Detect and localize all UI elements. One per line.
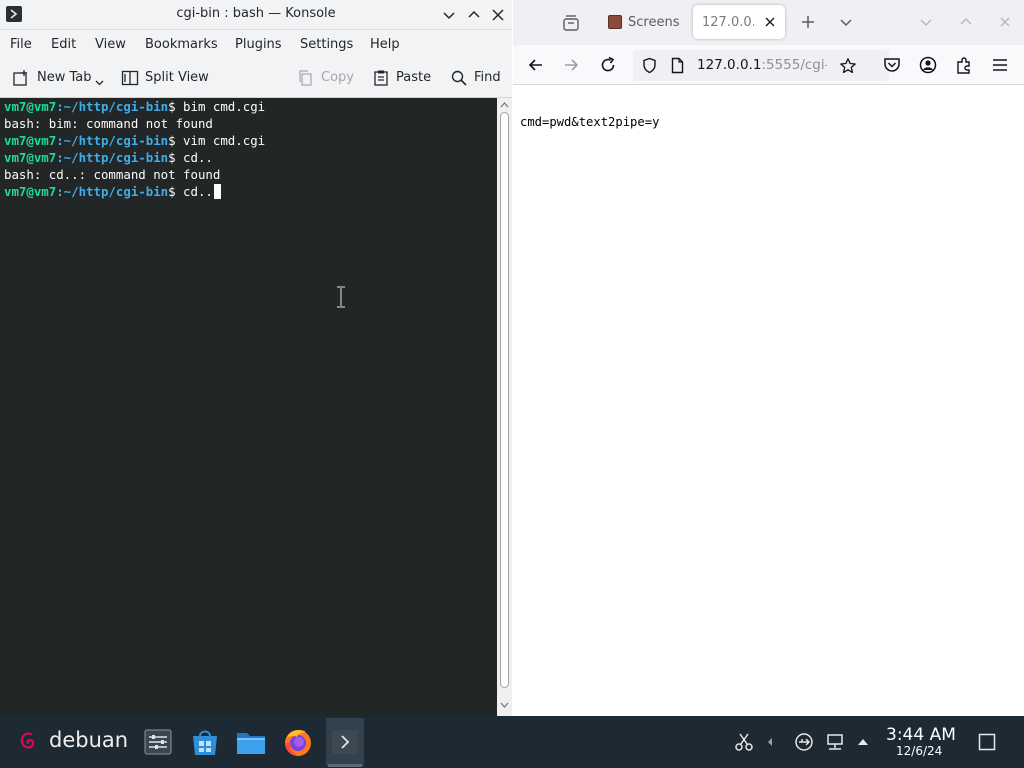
menu-help[interactable]: Help bbox=[370, 37, 400, 52]
find-label: Find bbox=[474, 70, 501, 85]
window-title: cgi-bin : bash — Konsole bbox=[176, 6, 336, 21]
volume-muted-icon[interactable] bbox=[762, 732, 782, 752]
show-desktop-icon[interactable] bbox=[977, 732, 997, 752]
new-tab-label: New Tab bbox=[37, 70, 92, 85]
maximize-chevron-icon[interactable] bbox=[465, 6, 483, 24]
extensions-icon[interactable] bbox=[954, 55, 974, 75]
close-tab-icon[interactable] bbox=[763, 15, 777, 29]
tab-label: 127.0.0.1 bbox=[702, 15, 754, 30]
konsole-icon[interactable] bbox=[329, 726, 361, 758]
copy-button[interactable]: Copy bbox=[297, 69, 357, 89]
new-tab-button[interactable]: New Tab bbox=[12, 69, 107, 89]
menu-bookmarks[interactable]: Bookmarks bbox=[145, 37, 218, 52]
find-button[interactable]: Find bbox=[450, 69, 505, 89]
terminal-line: vm7@vm7:~/http/cgi-bin$ cd.. bbox=[4, 150, 213, 165]
tab-overview-icon[interactable] bbox=[561, 13, 581, 33]
paste-icon bbox=[374, 70, 388, 86]
start-menu-label[interactable]: debuan bbox=[49, 728, 128, 752]
scissors-icon[interactable] bbox=[734, 732, 754, 752]
page-content: cmd=pwd&text2pipe=y bbox=[513, 86, 1024, 716]
page-body-text: cmd=pwd&text2pipe=y bbox=[520, 115, 660, 129]
file-manager-icon[interactable] bbox=[235, 726, 267, 758]
terminal-cursor bbox=[213, 184, 221, 199]
konsole-window: cgi-bin : bash — Konsole File Edit View … bbox=[0, 0, 512, 716]
terminal-line: vm7@vm7:~/http/cgi-bin$ bim cmd.cgi bbox=[4, 99, 266, 114]
back-arrow-icon[interactable] bbox=[526, 55, 546, 75]
taskbar: debuan 3:44 AM 12/6/24 bbox=[0, 716, 1024, 768]
text-cursor-icon bbox=[337, 286, 345, 308]
chevron-down-icon[interactable] bbox=[94, 77, 105, 88]
bookmark-star-icon[interactable] bbox=[839, 57, 857, 75]
menu-edit[interactable]: Edit bbox=[51, 37, 76, 52]
terminal-line: bash: bim: command not found bbox=[4, 116, 213, 131]
forward-arrow-icon[interactable] bbox=[561, 55, 581, 75]
plus-icon[interactable] bbox=[799, 13, 817, 31]
url-bar[interactable]: 127.0.0.1:5555/cgi-bin bbox=[633, 50, 889, 81]
split-view-button[interactable]: Split View bbox=[121, 69, 211, 89]
close-icon[interactable] bbox=[489, 6, 507, 24]
pocket-icon[interactable] bbox=[882, 55, 902, 75]
konsole-toolbar: New Tab Split View Copy Paste Find bbox=[0, 58, 512, 98]
maximize-chevron-icon[interactable] bbox=[958, 14, 974, 30]
paste-button[interactable]: Paste bbox=[372, 69, 434, 89]
terminal-line: vm7@vm7:~/http/cgi-bin$ cd.. bbox=[4, 183, 221, 200]
terminal-line: vm7@vm7:~/http/cgi-bin$ vim cmd.cgi bbox=[4, 133, 266, 148]
paste-label: Paste bbox=[396, 70, 432, 85]
taskbar-active-indicator bbox=[328, 764, 362, 767]
hamburger-menu-icon[interactable] bbox=[990, 55, 1010, 75]
tab-favicon bbox=[608, 15, 622, 29]
tab-label: Screens bbox=[628, 15, 680, 30]
close-icon[interactable] bbox=[997, 14, 1013, 30]
konsole-titlebar[interactable]: cgi-bin : bash — Konsole bbox=[0, 0, 512, 30]
new-tab-icon bbox=[13, 70, 27, 86]
debian-swirl-icon[interactable] bbox=[18, 730, 40, 752]
minimize-chevron-icon[interactable] bbox=[440, 6, 458, 24]
network-usb-icon[interactable] bbox=[794, 732, 814, 752]
network-wired-icon[interactable] bbox=[825, 732, 845, 752]
menu-settings[interactable]: Settings bbox=[300, 37, 353, 52]
terminal-line: bash: cd..: command not found bbox=[4, 167, 221, 182]
menu-file[interactable]: File bbox=[10, 37, 32, 52]
navigation-bar: 127.0.0.1:5555/cgi-bin bbox=[513, 45, 1024, 85]
chevron-down-icon[interactable] bbox=[837, 13, 855, 31]
firefox-icon[interactable] bbox=[282, 726, 314, 758]
software-store-icon[interactable] bbox=[189, 726, 221, 758]
tab-screenshot[interactable]: Screens bbox=[601, 6, 693, 40]
browser-window: Screens 127.0.0.1 127.0.0.1:5555/cgi-bin bbox=[513, 0, 1024, 716]
scroll-up-icon[interactable] bbox=[500, 101, 509, 109]
tab-localhost[interactable]: 127.0.0.1 bbox=[693, 5, 785, 39]
copy-label: Copy bbox=[321, 70, 354, 85]
scrollbar-thumb[interactable] bbox=[500, 112, 509, 688]
terminal-area[interactable]: vm7@vm7:~/http/cgi-bin$ bim cmd.cgi bash… bbox=[0, 98, 497, 716]
terminal-scrollbar[interactable] bbox=[497, 98, 512, 716]
tray-expand-icon[interactable] bbox=[853, 732, 873, 752]
copy-icon bbox=[299, 70, 312, 86]
clock-time[interactable]: 3:44 AM bbox=[886, 725, 956, 745]
menu-plugins[interactable]: Plugins bbox=[235, 37, 282, 52]
desktop-screen: cgi-bin : bash — Konsole File Edit View … bbox=[0, 0, 1024, 768]
tab-bar: Screens 127.0.0.1 bbox=[513, 0, 1024, 45]
url-text: 127.0.0.1:5555/cgi-bin bbox=[697, 57, 827, 73]
page-icon[interactable] bbox=[669, 57, 686, 74]
split-view-label: Split View bbox=[145, 70, 209, 85]
menubar: File Edit View Bookmarks Plugins Setting… bbox=[0, 30, 512, 58]
menu-view[interactable]: View bbox=[95, 37, 126, 52]
scroll-down-icon[interactable] bbox=[500, 701, 509, 709]
reload-icon[interactable] bbox=[598, 55, 618, 75]
clock-date[interactable]: 12/6/24 bbox=[896, 744, 942, 758]
shield-icon[interactable] bbox=[641, 57, 658, 74]
split-view-icon bbox=[121, 70, 139, 86]
minimize-chevron-icon[interactable] bbox=[918, 14, 934, 30]
search-icon bbox=[451, 70, 467, 86]
account-icon[interactable] bbox=[918, 55, 938, 75]
system-settings-icon[interactable] bbox=[142, 726, 174, 758]
